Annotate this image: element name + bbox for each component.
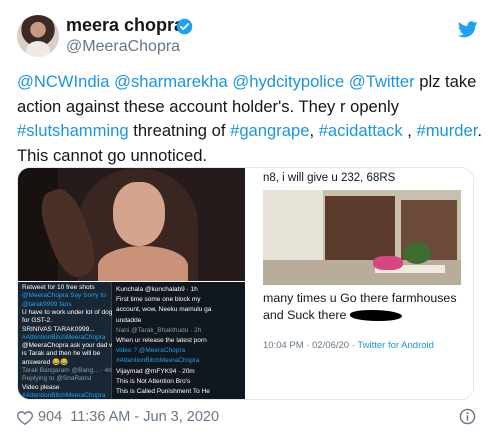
verified-badge-icon	[176, 18, 193, 35]
tweet-text: @NCWIndia @sharmarekha @hydcitypolice @T…	[17, 70, 487, 168]
reply-line: SRINIVAS TARAK0999...	[22, 325, 95, 333]
tweet-link[interactable]: #murder	[416, 121, 477, 140]
tweet-text-segment: ,	[309, 121, 319, 140]
post-caption-line-2: and Suck there	[263, 308, 347, 322]
photo-plant	[403, 242, 431, 264]
reply-line: U have to work under lot of dogs	[22, 308, 116, 316]
media-screenshot-post[interactable]: n8, i will give u 232, 68RS many times u…	[247, 168, 473, 399]
photo-shoulder	[98, 246, 188, 281]
reply-line: This is Not Attention Bro's	[116, 377, 191, 385]
tweet-text-segment: ,	[402, 121, 417, 140]
tweet-link[interactable]: #acidattack	[319, 121, 403, 140]
reply-line: answered 😂😂	[22, 358, 69, 366]
reply-line: Retweet for 10 free shots	[22, 284, 95, 291]
reply-line: This is Called Punishment To He	[116, 388, 210, 395]
heart-icon[interactable]	[17, 410, 33, 425]
media-grid[interactable]: Retweet for 10 free shots @MeeraChopra Sa…	[17, 167, 474, 400]
tweet-link[interactable]: @NCWIndia	[17, 72, 109, 91]
tweet-link[interactable]: #gangrape	[230, 121, 309, 140]
post-photo	[263, 190, 461, 285]
reply-line: @tarak9999 fans	[22, 300, 72, 308]
reply-line: account, wow, Neeku mamulu ga	[116, 306, 212, 314]
replies-right-column: Kunchala @kunchalab9 · 1h First time some…	[112, 282, 245, 399]
tweet-link[interactable]: #slutshamming	[17, 121, 129, 140]
tweet-card: meera chopra @MeeraChopra @NCWIndia @sha…	[0, 0, 495, 438]
author-name[interactable]: meera chopra	[66, 15, 184, 36]
reply-line: @MeeraChopra ask your dad who	[22, 342, 122, 350]
tweet-footer: 904 11:36 AM - Jun 3, 2020	[17, 405, 219, 429]
reply-line: When ur release the latest porn	[116, 337, 207, 344]
reply-line: Tarak Bangaram @Bang... · 4m	[22, 367, 114, 374]
replies-left-column: Retweet for 10 free shots @MeeraChopra Sa…	[18, 282, 121, 399]
tweet-text-segment: threatning of	[128, 121, 231, 140]
post-caption-line-1: many times u Go there farmhouses	[263, 291, 457, 305]
twitter-bird-icon[interactable]	[458, 21, 478, 38]
reply-line: video ? @MeeraChopra	[116, 347, 186, 355]
post-caption-bottom: many times u Go there farmhouses and Suc…	[263, 290, 463, 324]
reply-line: @MeeraChopra Say Sorry to	[22, 292, 106, 300]
tweet-link[interactable]: @sharmarekha	[114, 72, 228, 91]
photo-pink-object	[373, 256, 403, 270]
reply-line: is Tarak and then he will be	[22, 350, 101, 358]
photo-face	[113, 182, 165, 246]
post-meta-time: 10:04 PM · 02/06/20 ·	[263, 340, 358, 351]
post-meta: 10:04 PM · 02/06/20 · Twitter for Androi…	[263, 340, 434, 351]
reply-line: #AttentionBitchMeeraChopra	[22, 391, 106, 399]
tweet-link[interactable]: @hydcitypolice	[232, 72, 344, 91]
info-icon[interactable]	[459, 408, 476, 425]
reply-line: Kunchala @kunchalab9 · 1h	[116, 286, 198, 293]
post-caption-top: n8, i will give u 232, 68RS	[263, 172, 396, 184]
redaction-scribble	[349, 310, 402, 322]
reply-line: for GST-2.	[22, 317, 52, 325]
media-photo-portrait[interactable]	[18, 168, 245, 281]
reply-line: Nani @Tarak_Bhakthudu · 2h	[116, 326, 202, 334]
tweet-link[interactable]: @Twitter	[349, 72, 415, 91]
like-count[interactable]: 904	[38, 409, 62, 425]
photo-door	[325, 196, 395, 261]
reply-line: #AttentionBitchMeeraChopra	[22, 333, 106, 341]
reply-line: Vijaymad @mFYK94 · 20m	[116, 367, 195, 375]
media-screenshot-replies[interactable]: Retweet for 10 free shots @MeeraChopra Sa…	[18, 282, 245, 399]
tweet-timestamp[interactable]: 11:36 AM - Jun 3, 2020	[70, 409, 219, 425]
reply-line: Video please	[22, 383, 60, 391]
reply-line: undadde	[116, 316, 142, 324]
reply-line: Replying to @SnaRanst	[22, 375, 92, 383]
reply-line: First time some one block my	[116, 296, 201, 304]
avatar-figure	[26, 41, 50, 57]
avatar[interactable]	[17, 15, 59, 57]
author-handle[interactable]: @MeeraChopra	[66, 38, 180, 56]
reply-line: #AttentionBitchMeeraChopra	[116, 357, 200, 365]
post-meta-source[interactable]: Twitter for Android	[357, 340, 434, 351]
